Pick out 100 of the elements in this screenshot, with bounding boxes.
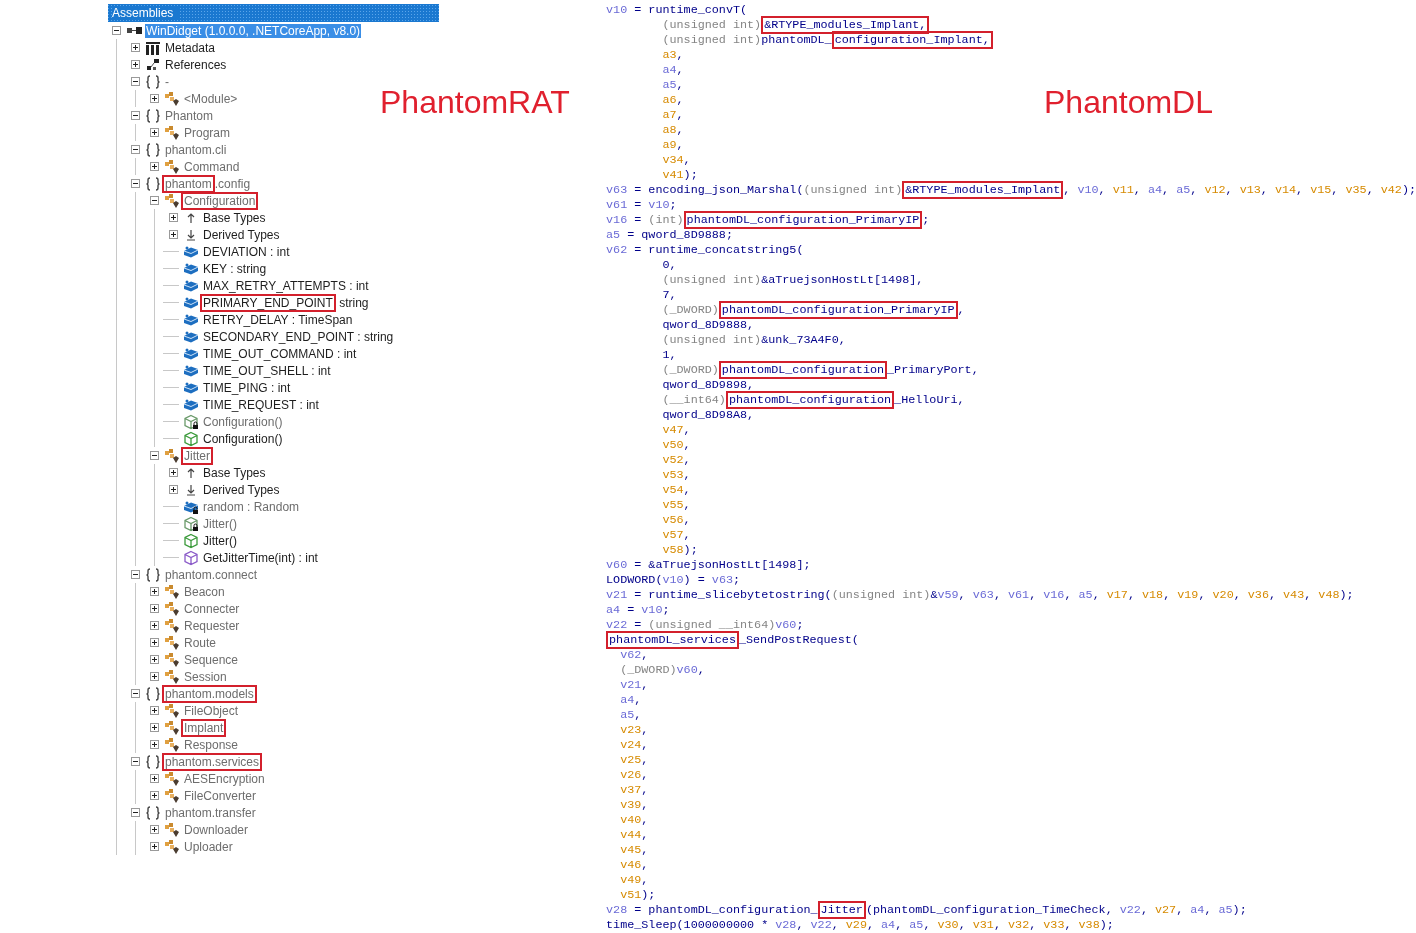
expand-toggle[interactable] xyxy=(131,179,140,188)
tree-item[interactable]: Response xyxy=(183,737,240,752)
tree-item[interactable]: AESEncryption xyxy=(183,771,266,786)
expand-toggle[interactable] xyxy=(150,128,159,137)
tree-item[interactable]: phantom.connect xyxy=(164,567,259,582)
tree-item[interactable]: phantom.models xyxy=(164,686,258,701)
code-line: a5 = qword_8D9888; xyxy=(606,228,733,243)
tree-item[interactable]: Jitter() xyxy=(202,516,238,531)
expand-toggle[interactable] xyxy=(150,791,159,800)
tree-item[interactable]: Jitter() xyxy=(202,533,238,548)
tree-item[interactable]: phantom.services xyxy=(164,754,264,769)
tree-item[interactable]: Downloader xyxy=(183,822,250,837)
expand-toggle[interactable] xyxy=(131,43,140,52)
expand-toggle[interactable] xyxy=(150,655,159,664)
tree-item[interactable]: KEY : string xyxy=(202,261,268,276)
expand-toggle[interactable] xyxy=(131,60,140,69)
tree-item[interactable]: FileConverter xyxy=(183,788,258,803)
code-line: v23, xyxy=(619,723,649,738)
tree-item[interactable]: FileObject xyxy=(183,703,240,718)
expand-toggle[interactable] xyxy=(150,587,159,596)
panel-header: Assemblies xyxy=(108,4,440,22)
tree-item[interactable]: GetJitterTime(int) : int xyxy=(202,550,319,565)
tree-item[interactable]: Configuration xyxy=(183,193,260,208)
code-line: v28 = phantomDL_configuration_ Jitter (phantomDL_configuration_TimeCheck, v22, v27, a4, a5); xyxy=(606,903,1247,918)
tree-item[interactable]: SECONDARY_END_POINT : string xyxy=(202,329,395,344)
tree-item[interactable]: Configuration() xyxy=(202,431,284,446)
tree-item[interactable]: Requester xyxy=(183,618,241,633)
tree-item[interactable]: DEVIATION : int xyxy=(202,244,291,259)
tree-item[interactable]: Phantom xyxy=(164,108,215,123)
expand-toggle[interactable] xyxy=(131,808,140,817)
tree-item[interactable]: Base Types xyxy=(202,210,267,225)
expand-toggle[interactable] xyxy=(131,111,140,120)
code-line: 1, xyxy=(661,348,677,363)
expand-toggle[interactable] xyxy=(150,774,159,783)
expand-toggle[interactable] xyxy=(169,213,178,222)
tree-item[interactable]: Metadata xyxy=(164,40,217,55)
code-line: v41); xyxy=(661,168,698,183)
expand-toggle[interactable] xyxy=(150,842,159,851)
tree-item[interactable]: WinDidget (1.0.0.0, .NETCoreApp, v8.0) xyxy=(145,23,362,38)
code-line: v16 = (int) phantomDL_configuration_PrimaryIP ; xyxy=(606,213,930,228)
tree-item[interactable]: Session xyxy=(183,669,228,684)
expand-toggle[interactable] xyxy=(150,723,159,732)
tree-item[interactable]: Command xyxy=(183,159,241,174)
expand-toggle[interactable] xyxy=(150,162,159,171)
expand-toggle[interactable] xyxy=(150,672,159,681)
code-line: v63 = encoding_json_Marshal((unsigned int) &RTYPE_modules_Implant , v10, v11, a4, a5, v12, v13, v14, v15, v35, v42); xyxy=(606,183,1416,198)
cube-icon xyxy=(183,430,199,447)
tree-item[interactable]: Derived Types xyxy=(202,227,281,242)
expand-toggle[interactable] xyxy=(150,621,159,630)
tree-item[interactable]: Jitter xyxy=(183,448,214,463)
tree-item[interactable]: RETRY_DELAY : TimeSpan xyxy=(202,312,354,327)
expand-toggle[interactable] xyxy=(150,706,159,715)
expand-toggle[interactable] xyxy=(150,451,159,460)
expand-toggle[interactable] xyxy=(150,638,159,647)
tree-item[interactable]: Beacon xyxy=(183,584,226,599)
tree-item[interactable]: MAX_RETRY_ATTEMPTS : int xyxy=(202,278,370,293)
tree-item[interactable]: TIME_OUT_SHELL : int xyxy=(202,363,332,378)
expand-toggle[interactable] xyxy=(169,468,178,477)
tree-item[interactable]: Program xyxy=(183,125,231,140)
tree-item[interactable]: Implant xyxy=(183,720,228,735)
expand-toggle[interactable] xyxy=(150,825,159,834)
tree-item[interactable]: Connecter xyxy=(183,601,241,616)
code-line: v10 = runtime_convT( xyxy=(606,3,748,18)
code-line: qword_8D98A8, xyxy=(661,408,755,423)
class-icon xyxy=(164,668,180,685)
tree-item[interactable]: Derived Types xyxy=(202,482,281,497)
tree-item[interactable]: <Module> xyxy=(183,91,239,106)
tree-item[interactable]: Uploader xyxy=(183,839,234,854)
tree-item[interactable]: Sequence xyxy=(183,652,240,667)
tree-item[interactable]: phantom.cli xyxy=(164,142,228,157)
code-line: v22 = (unsigned __int64)v60; xyxy=(606,618,804,633)
expand-toggle[interactable] xyxy=(112,26,121,35)
tree-item[interactable]: TIME_OUT_COMMAND : int xyxy=(202,346,358,361)
tree-item[interactable]: phantom.transfer xyxy=(164,805,257,820)
code-line: (_DWORD) phantomDL_configuration_PrimaryIP , xyxy=(661,303,965,318)
expand-toggle[interactable] xyxy=(131,757,140,766)
expand-toggle[interactable] xyxy=(131,570,140,579)
expand-toggle[interactable] xyxy=(131,145,140,154)
expand-toggle[interactable] xyxy=(150,740,159,749)
expand-toggle[interactable] xyxy=(169,485,178,494)
braces-icon xyxy=(145,141,161,158)
tree-item[interactable]: random : Random xyxy=(202,499,301,514)
tree-item[interactable]: Route xyxy=(183,635,218,650)
expand-toggle[interactable] xyxy=(150,604,159,613)
tree-item[interactable]: - xyxy=(164,74,170,89)
code-line: a6, xyxy=(661,93,684,108)
tree-item[interactable]: TIME_PING : int xyxy=(202,380,292,395)
tree-item[interactable]: TIME_REQUEST : int xyxy=(202,397,320,412)
expand-toggle[interactable] xyxy=(131,689,140,698)
code-line: a3, xyxy=(661,48,684,63)
tree-item[interactable]: References xyxy=(164,57,228,72)
expand-toggle[interactable] xyxy=(150,94,159,103)
tree-item[interactable]: Base Types xyxy=(202,465,267,480)
class-icon xyxy=(164,192,180,209)
code-line: a7, xyxy=(661,108,684,123)
tree-item[interactable]: Configuration() xyxy=(202,414,284,429)
expand-toggle[interactable] xyxy=(150,196,159,205)
expand-toggle[interactable] xyxy=(131,77,140,86)
expand-toggle[interactable] xyxy=(169,230,178,239)
class-icon xyxy=(164,821,180,838)
